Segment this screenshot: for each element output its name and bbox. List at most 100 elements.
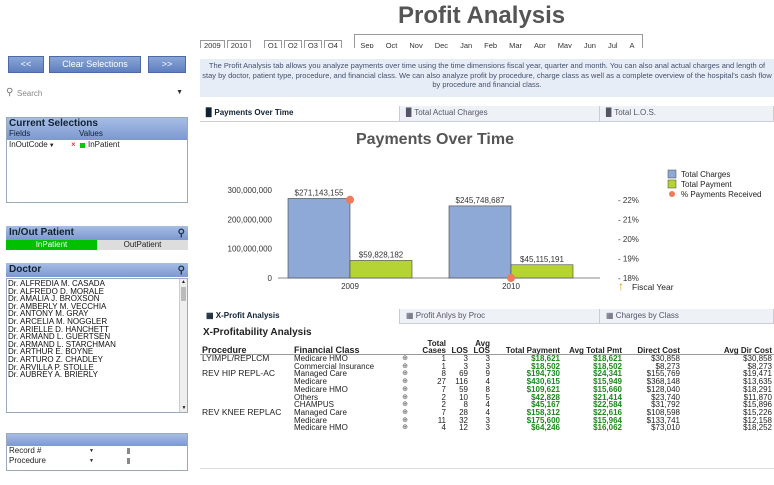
doctor-search-icon[interactable]: ⚲ xyxy=(178,264,185,278)
table-icon: ▦ xyxy=(206,311,214,320)
info-icon[interactable]: ⊕ xyxy=(402,378,408,386)
scroll-down-icon[interactable]: ▼ xyxy=(180,405,187,412)
table-cell: 4 xyxy=(441,423,446,433)
bar-total-charges xyxy=(448,205,512,279)
column-header[interactable]: Direct Cost xyxy=(624,340,682,355)
month-option[interactable]: Nov xyxy=(404,41,428,48)
year-option[interactable]: 2009 xyxy=(200,40,225,48)
percent-point xyxy=(346,195,354,204)
x-tick-label: 2010 xyxy=(502,282,520,291)
quarter-option[interactable]: Q2 xyxy=(283,40,302,48)
column-header[interactable]: Avg LOS xyxy=(470,340,492,355)
tab-charges-by-class[interactable]: ▦ Charges by Class xyxy=(600,309,774,324)
procedure-row[interactable]: Procedure ▼ xyxy=(7,456,187,466)
info-icon[interactable]: ⊕ xyxy=(402,409,408,417)
y2-tick-label: - 21% xyxy=(618,215,639,224)
data-label: $59,828,182 xyxy=(359,250,404,259)
column-header[interactable]: Financial Class xyxy=(292,340,410,355)
scroll-thumb[interactable] xyxy=(181,287,186,301)
chart-icon: ▉ xyxy=(606,108,613,117)
quarter-option[interactable]: Q3 xyxy=(303,40,322,48)
scroll-up-icon[interactable]: ▲ xyxy=(180,279,187,286)
profit-table: Procedure Financial Class Total Cases LOS Av… xyxy=(200,340,774,432)
month-option[interactable]: Dec xyxy=(429,41,454,48)
inout-search-icon[interactable]: ⚲ xyxy=(178,227,185,241)
legend-label: % Payments Received xyxy=(681,190,761,199)
description-text: The Profit Analysis tab allows you analy… xyxy=(200,59,774,97)
year-option[interactable]: 2010 xyxy=(226,40,252,48)
info-icon[interactable]: ⊕ xyxy=(402,386,408,394)
month-option[interactable]: Sep xyxy=(355,41,379,48)
chart-title: Payments Over Time xyxy=(355,131,514,148)
info-icon[interactable]: ⊕ xyxy=(402,401,408,409)
procedure-dropdown-icon[interactable]: ▼ xyxy=(89,456,94,466)
info-icon[interactable]: ⊕ xyxy=(402,394,408,402)
inout-option-outpatient[interactable]: OutPatient xyxy=(97,240,188,250)
column-header[interactable]: Total Payment xyxy=(492,340,562,355)
month-option[interactable]: Mar xyxy=(504,41,528,48)
table-row[interactable]: Medicare HMO ⊕ 4 12 3 $64,246 $16,062 $73,010 $1… xyxy=(200,424,774,432)
info-icon[interactable]: ⊕ xyxy=(402,417,408,425)
fiscal-year-icon: ↑ xyxy=(618,279,624,293)
doctor-scrollbar[interactable]: ▲ ▼ xyxy=(179,279,187,412)
inout-option-inpatient[interactable]: InPatient xyxy=(6,240,97,250)
values-column-header: Values xyxy=(79,129,103,138)
column-header[interactable]: Avg Total Pmt xyxy=(562,340,624,355)
quarter-option[interactable]: Q4 xyxy=(323,40,342,48)
month-option[interactable]: A xyxy=(624,41,640,48)
next-button[interactable]: >> xyxy=(148,56,186,73)
month-option[interactable]: Feb xyxy=(479,41,503,48)
y-tick-label: 300,000,000 xyxy=(228,186,273,195)
record-row[interactable]: Record # ▼ xyxy=(7,446,187,456)
chart-icon: ▉ xyxy=(406,108,413,117)
month-option[interactable]: Oct xyxy=(380,41,403,48)
y-tick-label: 200,000,000 xyxy=(228,215,273,224)
year-selector: 2009 2010 xyxy=(200,35,253,48)
doctor-list-item[interactable]: Dr. AUBREY A. BRIERLY xyxy=(8,371,187,379)
search-icon: ⚲ xyxy=(6,87,14,98)
search-input[interactable]: Search xyxy=(17,89,42,98)
selection-field: InOutCode xyxy=(9,140,48,149)
tab-total-los[interactable]: ▉ Total L.O.S. xyxy=(600,106,774,121)
month-option[interactable]: Jun xyxy=(578,41,601,48)
table-icon: ▦ xyxy=(606,311,614,320)
month-option[interactable]: Jan xyxy=(455,41,478,48)
clear-selections-button[interactable]: Clear Selections xyxy=(49,56,141,73)
month-option[interactable]: Apr xyxy=(529,41,551,48)
profit-table-wrap: Procedure Financial Class Total Cases LOS Av… xyxy=(200,340,774,468)
quarter-option[interactable]: Q1 xyxy=(263,40,282,48)
data-label: $45,115,191 xyxy=(520,255,564,264)
info-icon[interactable]: ⊕ xyxy=(402,424,408,432)
prev-button[interactable]: << xyxy=(8,56,44,73)
month-option[interactable]: Jul xyxy=(602,41,623,48)
tab-x-profit-analysis[interactable]: ▦ X-Profit Analysis xyxy=(200,309,400,324)
month-option[interactable]: May xyxy=(552,41,577,48)
column-header[interactable]: Avg Dir Cost xyxy=(682,340,774,355)
tab-total-actual-charges[interactable]: ▉ Total Actual Charges xyxy=(400,106,600,121)
tab-payments-over-time[interactable]: ▉ Payments Over Time xyxy=(200,106,400,121)
table-cell: $18,252 xyxy=(743,423,772,433)
column-header[interactable]: Total Cases xyxy=(410,340,448,355)
tab-profit-by-proc[interactable]: ▦ Profit Anlys by Proc xyxy=(400,309,600,324)
record-label: Record # xyxy=(9,446,42,455)
tab-label: Charges by Class xyxy=(615,311,679,320)
search-dropdown-icon[interactable]: ▼ xyxy=(176,89,183,96)
x-axis-label: Fiscal Year xyxy=(632,282,674,292)
table-cell xyxy=(200,424,292,432)
fields-column-header: Fields xyxy=(9,129,31,138)
selection-row[interactable]: InOutCode▼ × InPatient xyxy=(7,140,187,150)
info-icon[interactable]: ⊕ xyxy=(402,363,408,371)
table-cell: LYIMPL/REPLCM xyxy=(202,353,270,363)
chart-icon: ▉ xyxy=(206,108,213,117)
info-icon[interactable]: ⊕ xyxy=(402,355,408,363)
selection-field-dropdown-icon[interactable]: ▼ xyxy=(49,143,55,149)
y2-tick-label: - 20% xyxy=(618,235,639,244)
tab-label: Profit Anlys by Proc xyxy=(415,311,486,320)
search-box[interactable]: ⚲ Search ▼ xyxy=(6,87,186,101)
selection-clear-icon[interactable]: × xyxy=(71,140,76,150)
column-header[interactable]: LOS xyxy=(448,340,470,355)
record-dropdown-icon[interactable]: ▼ xyxy=(89,446,94,456)
payments-chart: 300,000,000 200,000,000 100,000,000 0 $271,1… xyxy=(228,169,761,293)
current-selections-panel: Current Selections Fields Values InOutCo… xyxy=(6,117,188,203)
info-icon[interactable]: ⊕ xyxy=(402,370,408,378)
